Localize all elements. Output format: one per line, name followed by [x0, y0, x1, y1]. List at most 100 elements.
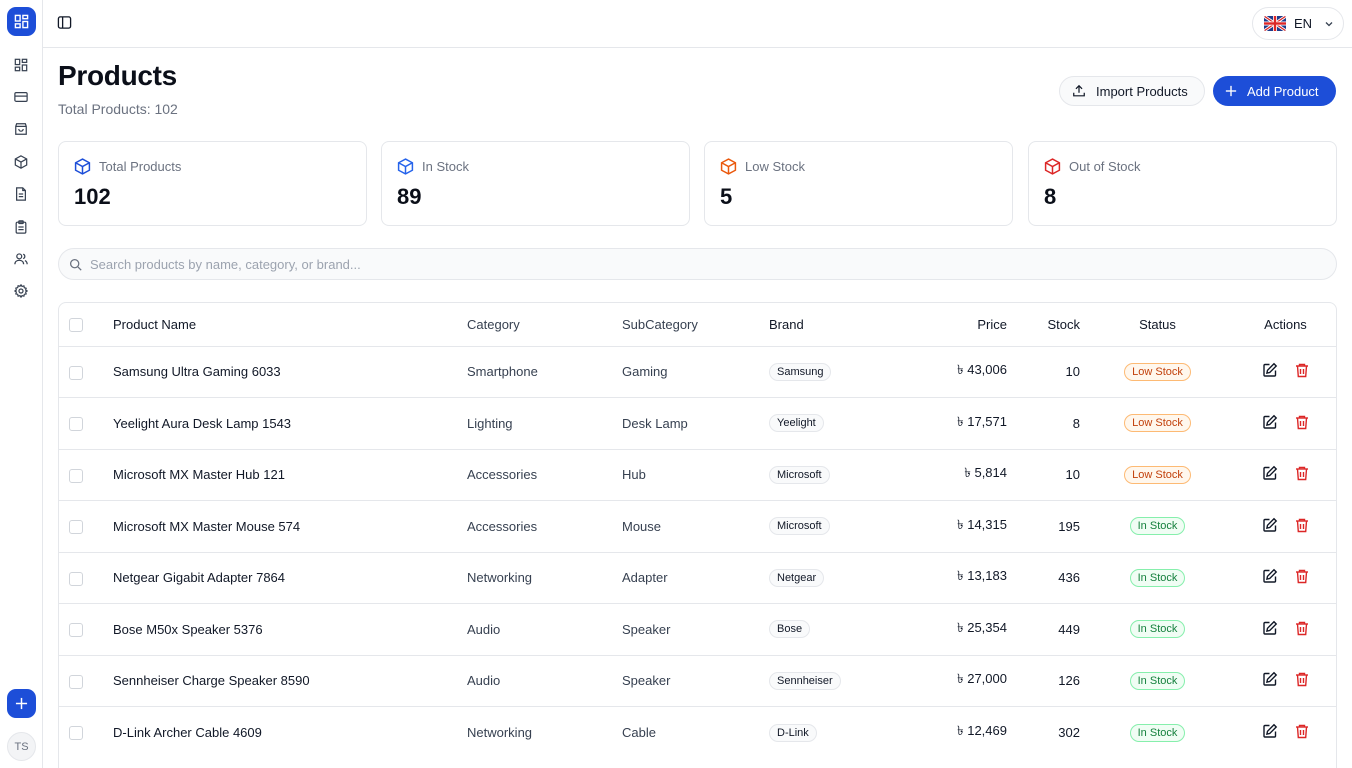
row-checkbox[interactable]: [69, 417, 83, 432]
avatar[interactable]: TS: [7, 732, 36, 761]
header-status[interactable]: Status: [1080, 303, 1235, 346]
product-subcategory: Speaker: [622, 673, 671, 689]
edit-icon[interactable]: [1262, 723, 1278, 739]
product-stock: 126: [1058, 673, 1080, 689]
table-row[interactable]: Bose M50x Speaker 5376 Audio Speaker Bos…: [59, 603, 1336, 656]
table-row[interactable]: Microsoft MX Master Hub 121 Accessories …: [59, 449, 1336, 501]
table-row[interactable]: Yeelight Aura Desk Lamp 1543 Lighting De…: [59, 397, 1336, 450]
select-all-checkbox[interactable]: [69, 318, 83, 333]
file-text-icon[interactable]: [11, 184, 31, 204]
status-badge: In Stock: [1129, 671, 1186, 690]
credit-card-icon[interactable]: [11, 87, 31, 107]
product-subcategory: Cable: [622, 725, 656, 740]
header-subcategory[interactable]: SubCategory: [622, 303, 769, 346]
product-price: ৳ 13,183: [957, 568, 1007, 584]
products-table: Product Name Category SubCategory Brand …: [58, 302, 1337, 768]
header-stock[interactable]: Stock: [1007, 303, 1080, 346]
product-name: Microsoft MX Master Mouse 574: [113, 518, 301, 534]
delete-icon[interactable]: [1294, 414, 1310, 430]
row-checkbox[interactable]: [69, 726, 83, 741]
product-price: ৳ 27,000: [957, 671, 1007, 687]
row-checkbox[interactable]: [69, 674, 83, 689]
table-row[interactable]: Sennheiser Charge Speaker 8590 Audio Spe…: [59, 655, 1336, 707]
row-checkbox[interactable]: [69, 365, 83, 380]
header-category[interactable]: Category: [467, 303, 622, 346]
stat-card-out-of-stock: Out of Stock 8: [1028, 141, 1337, 226]
edit-icon[interactable]: [1262, 465, 1278, 481]
edit-icon[interactable]: [1262, 517, 1278, 533]
settings-icon[interactable]: [11, 281, 31, 301]
row-checkbox[interactable]: [69, 468, 83, 483]
product-category: Accessories: [467, 518, 538, 534]
product-name: Samsung Ultra Gaming 6033: [113, 364, 281, 380]
row-checkbox[interactable]: [69, 623, 83, 638]
edit-icon[interactable]: [1262, 568, 1278, 584]
table-row[interactable]: Netgear Gigabit Adapter 7864 Networking …: [59, 552, 1336, 604]
clipboard-icon[interactable]: [11, 217, 31, 237]
search-input[interactable]: [90, 256, 1290, 272]
product-category: Smartphone: [467, 364, 538, 380]
row-checkbox[interactable]: [69, 571, 83, 586]
edit-icon[interactable]: [1262, 671, 1278, 687]
sidebar-toggle-icon[interactable]: [57, 15, 73, 31]
dashboard-grid-icon[interactable]: [7, 7, 36, 36]
brand-badge: Netgear: [769, 568, 825, 587]
plus-icon: [15, 697, 28, 710]
table-row[interactable]: Samsung Ultra Gaming 6033 Smartphone Gam…: [59, 346, 1336, 398]
product-price: ৳ 43,006: [957, 362, 1007, 378]
language-code: EN: [1294, 16, 1313, 31]
product-price: ৳ 5,814: [964, 465, 1007, 481]
package-icon: [74, 158, 91, 175]
product-name: Bose M50x Speaker 5376: [113, 621, 263, 637]
import-products-button[interactable]: Import Products: [1059, 76, 1205, 106]
header-brand[interactable]: Brand: [769, 303, 894, 346]
product-category: Networking: [467, 570, 533, 586]
product-category: Audio: [467, 673, 501, 689]
product-price: ৳ 14,315: [957, 516, 1007, 532]
search-bar: [58, 248, 1337, 280]
brand-badge: Bose: [769, 620, 811, 639]
stat-label: Total Products: [99, 159, 182, 174]
product-name: Sennheiser Charge Speaker 8590: [113, 673, 310, 689]
table-row[interactable]: Microsoft MX Master Mouse 574 Accessorie…: [59, 500, 1336, 553]
import-products-label: Import Products: [1096, 83, 1188, 99]
delete-icon[interactable]: [1294, 723, 1310, 739]
brand-badge: Microsoft: [769, 517, 830, 536]
package-icon[interactable]: [11, 152, 31, 172]
status-badge: In Stock: [1129, 568, 1186, 587]
delete-icon[interactable]: [1294, 362, 1310, 378]
product-subcategory: Mouse: [622, 518, 662, 534]
dashboard-icon[interactable]: [11, 55, 31, 75]
stat-card-in-stock: In Stock 89: [381, 141, 690, 226]
table-row[interactable]: D-Link Archer Cable 4609 Networking Cabl…: [59, 706, 1336, 759]
stat-value: 8: [1044, 184, 1057, 209]
row-checkbox[interactable]: [69, 520, 83, 535]
edit-icon[interactable]: [1262, 362, 1278, 378]
users-icon[interactable]: [11, 249, 31, 269]
status-badge: In Stock: [1129, 723, 1186, 742]
package-icon: [1044, 158, 1061, 175]
product-stock: 8: [1072, 415, 1080, 431]
page-title: Products: [58, 60, 177, 91]
shopping-bag-icon[interactable]: [11, 119, 31, 139]
stat-card-total: Total Products 102: [58, 141, 367, 226]
add-product-button[interactable]: Add Product: [1213, 76, 1336, 106]
edit-icon[interactable]: [1262, 620, 1278, 636]
delete-icon[interactable]: [1294, 568, 1310, 584]
delete-icon[interactable]: [1294, 620, 1310, 636]
language-selector[interactable]: EN: [1252, 7, 1344, 40]
header-product-name[interactable]: Product Name: [95, 303, 467, 346]
delete-icon[interactable]: [1294, 671, 1310, 687]
edit-icon[interactable]: [1262, 414, 1278, 430]
delete-icon[interactable]: [1294, 517, 1310, 533]
header-price[interactable]: Price: [894, 303, 1007, 346]
stat-card-low-stock: Low Stock 5: [704, 141, 1013, 226]
product-price: ৳ 12,469: [957, 723, 1007, 738]
quick-add-button[interactable]: [7, 689, 36, 718]
brand-badge: D-Link: [769, 723, 817, 742]
chevron-down-icon: [1325, 21, 1333, 26]
package-icon: [720, 158, 737, 175]
delete-icon[interactable]: [1294, 465, 1310, 481]
product-name: Netgear Gigabit Adapter 7864: [113, 570, 286, 586]
brand-badge: Microsoft: [769, 465, 830, 484]
